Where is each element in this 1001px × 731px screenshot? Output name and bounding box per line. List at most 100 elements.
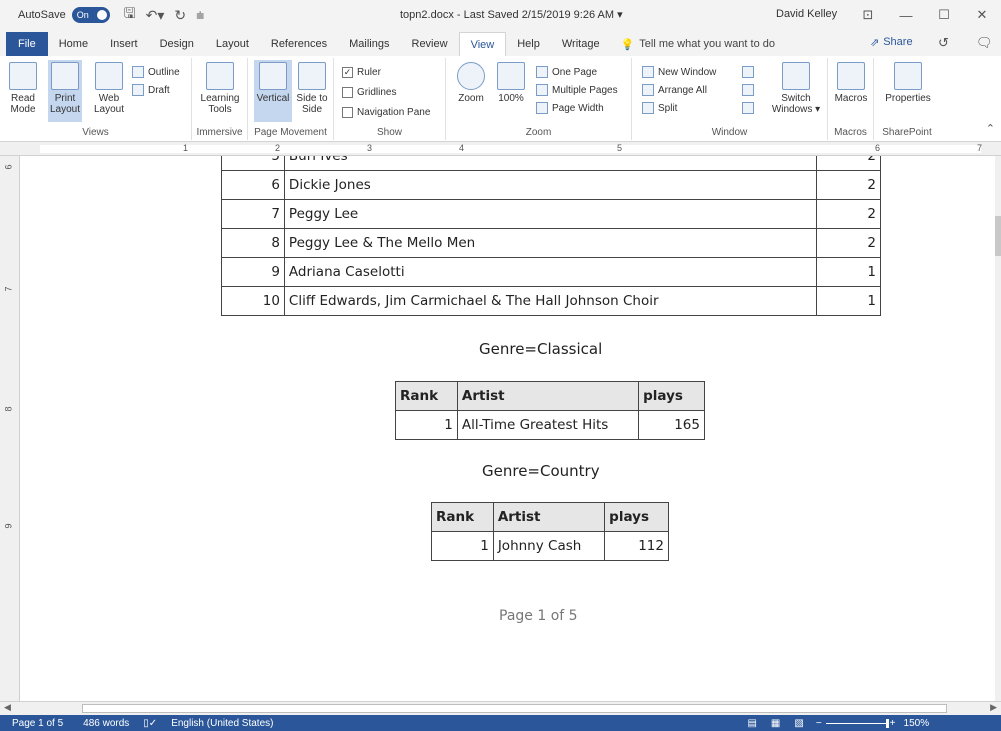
minimize-icon[interactable]: —: [887, 0, 925, 30]
rank-cell: 10: [221, 286, 285, 316]
word-count[interactable]: 486 words: [83, 718, 129, 729]
view-side-by-side-icon[interactable]: [742, 64, 754, 80]
tab-writage[interactable]: Writage: [551, 32, 611, 56]
plays-cell: 2: [816, 199, 881, 229]
page-width-button[interactable]: Page Width: [536, 100, 604, 116]
customize-qat-icon[interactable]: ⩧: [196, 7, 204, 24]
arrange-all-button[interactable]: Arrange All: [642, 82, 707, 98]
undo-icon[interactable]: ↶▾: [146, 7, 165, 24]
horizontal-scroll-thumb[interactable]: [82, 704, 947, 713]
plays-cell: 1: [816, 257, 881, 287]
group-show-label: Show: [376, 127, 402, 138]
vertical-ruler[interactable]: 6 7 8 9: [0, 156, 20, 701]
redo-icon[interactable]: ↻: [174, 7, 186, 24]
ribbon-display-options-icon[interactable]: ⊡: [849, 0, 887, 30]
zoom-100-icon: [497, 62, 525, 90]
maximize-icon[interactable]: ☐: [925, 0, 963, 30]
new-window-button[interactable]: New Window: [642, 64, 716, 80]
tell-me-search[interactable]: 💡 Tell me what you want to do: [621, 32, 775, 56]
gridlines-check-box: [342, 86, 353, 98]
group-page-movement-label: Page Movement: [254, 127, 327, 138]
checkmark-icon: ✓: [342, 66, 353, 78]
zoom-slider[interactable]: [825, 718, 889, 728]
close-icon[interactable]: ✕: [963, 0, 1001, 30]
user-name[interactable]: David Kelley: [776, 8, 837, 20]
switch-windows-button[interactable]: Switch Windows ▾: [768, 62, 824, 115]
tab-file[interactable]: File: [6, 32, 48, 56]
tab-help[interactable]: Help: [506, 32, 551, 56]
arrange-all-label: Arrange All: [658, 84, 707, 96]
horizontal-ruler[interactable]: 1 2 3 4 5 6 7: [0, 142, 1001, 156]
vertical-scroll-thumb[interactable]: [995, 216, 1001, 256]
side-to-side-button[interactable]: Side to Side: [294, 62, 330, 115]
tab-mailings[interactable]: Mailings: [338, 32, 400, 56]
language-indicator[interactable]: English (United States): [171, 718, 273, 729]
synchronous-scrolling-icon[interactable]: [742, 82, 754, 98]
genre-country-heading: Genre=Country: [482, 462, 600, 480]
document-page[interactable]: 5 Burl Ives 2 6 Dickie Jones 2 7 Peggy L…: [20, 156, 995, 701]
web-layout-view-icon[interactable]: ▧: [794, 718, 803, 729]
tab-design[interactable]: Design: [149, 32, 205, 56]
draft-button[interactable]: Draft: [132, 82, 170, 98]
zoom-button[interactable]: Zoom: [454, 62, 488, 104]
read-mode-icon: [9, 62, 37, 90]
one-page-label: One Page: [552, 66, 598, 78]
read-mode-view-icon[interactable]: ▤: [747, 718, 756, 729]
zoom-slider-thumb[interactable]: [885, 718, 889, 728]
group-zoom: Zoom 100% One Page Multiple Pages Page W…: [446, 58, 632, 140]
tab-references[interactable]: References: [260, 32, 338, 56]
multiple-pages-button[interactable]: Multiple Pages: [536, 82, 618, 98]
tab-view[interactable]: View: [458, 32, 507, 56]
vertical-scrollbar[interactable]: [995, 156, 1001, 701]
zoom-out-icon[interactable]: −: [816, 718, 822, 729]
ruler-number: 3: [367, 143, 373, 153]
group-views-label: Views: [82, 127, 109, 138]
tab-home[interactable]: Home: [48, 32, 99, 56]
group-macros-label: Macros: [834, 127, 867, 138]
properties-label: Properties: [885, 93, 931, 104]
save-icon[interactable]: 🖫: [124, 3, 136, 27]
read-mode-button[interactable]: Read Mode: [8, 62, 38, 115]
plays-cell: 2: [816, 156, 881, 171]
proofing-icon[interactable]: ▯✓: [143, 718, 157, 729]
share-button[interactable]: ⇗ Share: [870, 36, 913, 49]
collapse-ribbon-icon[interactable]: ⌃: [986, 122, 995, 135]
reset-window-position-icon[interactable]: [742, 100, 754, 116]
scroll-right-icon[interactable]: ▶: [990, 702, 997, 713]
group-sharepoint-label: SharePoint: [882, 127, 932, 138]
zoom-in-icon[interactable]: +: [890, 718, 896, 729]
zoom-100-button[interactable]: 100%: [494, 62, 528, 104]
macros-button[interactable]: Macros: [834, 62, 868, 104]
tab-review[interactable]: Review: [401, 32, 459, 56]
multiple-pages-icon: [536, 84, 548, 96]
page-count[interactable]: Page 1 of 5: [12, 718, 63, 729]
zoom-level[interactable]: 150%: [904, 718, 930, 729]
print-layout-button[interactable]: Print Layout: [48, 60, 82, 122]
vertical-movement-icon: [259, 62, 287, 90]
tab-layout[interactable]: Layout: [205, 32, 260, 56]
horizontal-scrollbar[interactable]: ◀ ▶: [0, 701, 1001, 715]
table-row: 7 Peggy Lee 2: [221, 199, 881, 229]
ruler-checkbox[interactable]: ✓ Ruler: [342, 64, 381, 80]
group-views: Read Mode Print Layout Web Layout Outlin…: [0, 58, 192, 140]
autosave-toggle[interactable]: On: [71, 7, 110, 23]
web-layout-button[interactable]: Web Layout: [92, 62, 126, 115]
navigation-pane-checkbox[interactable]: Navigation Pane: [342, 104, 430, 120]
ruler-number: 8: [3, 406, 14, 412]
plays-cell: 165: [638, 410, 705, 440]
one-page-button[interactable]: One Page: [536, 64, 597, 80]
ruler-number: 7: [3, 286, 14, 292]
web-layout-label: Web Layout: [93, 93, 125, 115]
properties-button[interactable]: Properties: [882, 62, 934, 104]
learning-tools-button[interactable]: Learning Tools: [198, 62, 242, 115]
document-title[interactable]: topn2.docx - Last Saved 2/15/2019 9:26 A…: [400, 8, 623, 21]
comments-icon[interactable]: 🗨: [976, 35, 993, 51]
split-button[interactable]: Split: [642, 100, 677, 116]
gridlines-checkbox[interactable]: Gridlines: [342, 84, 396, 100]
outline-button[interactable]: Outline: [132, 64, 180, 80]
tab-insert[interactable]: Insert: [99, 32, 149, 56]
vertical-button[interactable]: Vertical: [254, 60, 292, 122]
scroll-left-icon[interactable]: ◀: [4, 702, 11, 713]
print-layout-view-icon[interactable]: ▦: [771, 718, 780, 729]
history-icon[interactable]: ↺: [938, 35, 949, 51]
